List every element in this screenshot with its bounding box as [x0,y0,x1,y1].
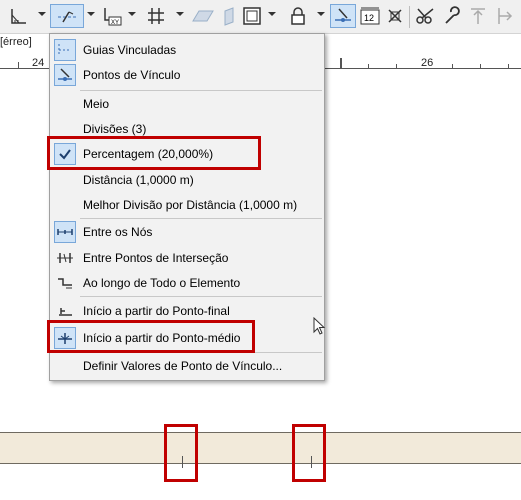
scissors-icon [416,8,434,24]
intersection-points-icon [54,247,76,269]
guide-lines-icon [54,39,76,61]
chevron-down-icon[interactable] [176,12,184,16]
menu-item-melhor-divisao[interactable]: Melhor Divisão por Distância (1,0000 m) [50,193,324,217]
snap-points-icon [335,8,351,22]
highlight-box [47,320,255,353]
guide-lines-button[interactable] [50,4,84,28]
menu-item-label: Início a partir do Ponto-final [83,304,230,318]
menu-item-label: Meio [83,97,110,111]
ruler-tick [18,62,19,69]
guide-lines-icon [58,11,76,23]
chevron-down-icon[interactable] [87,12,95,16]
menu-item-pontos-de-vinculo[interactable]: Pontos de Vínculo [50,63,324,87]
xy-coordinates-button[interactable]: XY [100,4,124,28]
menu-item-label: Pontos de Vínculo [83,68,181,82]
lock-button[interactable] [286,4,310,28]
menu-item-distancia[interactable]: Distância (1,0000 m) [50,168,324,192]
menu-item-guias-vinculadas[interactable]: Guias Vinculadas [50,38,324,62]
highlight-box [47,136,261,170]
scissors-button[interactable] [414,4,438,28]
menu-item-meio[interactable]: Meio [50,92,324,116]
intersection-button[interactable] [384,4,406,28]
ruler-number-left: 24 [32,57,45,69]
toolbar: XY 12 [0,0,521,34]
plane-button[interactable] [190,4,216,28]
menu-item-label: Entre os Nós [83,225,153,239]
start-endpoint-icon [54,300,76,322]
window-frame-icon [243,7,261,25]
ruler-number-right: 26 [421,57,434,69]
cursor-icon [313,317,326,335]
number-12-icon: 12 [360,7,380,25]
chevron-down-icon[interactable] [268,12,276,16]
menu-item-entre-os-nos[interactable]: Entre os Nós [50,220,324,244]
menu-item-label: Guias Vinculadas [83,43,177,57]
wrench-icon [445,6,460,24]
vertical-plane-button[interactable] [220,4,238,28]
snap-points-icon [54,64,76,86]
menu-item-label: Divisões (3) [83,122,147,136]
align-icon [498,8,513,24]
vertical-plane-icon [224,7,234,26]
grid-snap-icon [148,8,164,24]
snap-points-button[interactable] [330,4,356,28]
window-frame-button[interactable] [240,4,264,28]
svg-text:XY: XY [111,20,119,26]
ruler-tick [396,64,397,69]
menu-item-label: Ao longo de Todo o Elemento [83,276,241,290]
toolbar-divider [409,6,410,28]
story-tab[interactable]: [érreo] [0,36,32,48]
menu-item-label: Distância (1,0000 m) [83,173,194,187]
xy-coordinates-icon: XY [104,8,122,26]
menu-item-label: Entre Pontos de Interseção [83,251,229,265]
grid-snap-button[interactable] [144,4,168,28]
ruler-angle-button[interactable] [4,4,34,28]
ruler-tick [368,64,369,69]
menu-item-entre-pontos-intersecao[interactable]: Entre Pontos de Interseção [50,246,324,270]
align-button[interactable] [492,4,516,28]
menu-separator [80,296,322,297]
wrench-button[interactable] [440,4,464,28]
chevron-down-icon[interactable] [38,12,46,16]
intersection-icon [388,9,402,23]
elevation-icon [471,8,485,24]
menu-separator [80,218,322,219]
highlight-box [164,424,198,482]
menu-item-label: Definir Valores de Ponto de Vínculo... [83,359,283,373]
menu-separator [80,90,322,91]
along-element-icon [54,272,76,294]
menu-item-label: Melhor Divisão por Distância (1,0000 m) [83,198,298,212]
ruler-tick [340,58,342,69]
wall-element[interactable] [0,432,521,464]
number-button[interactable]: 12 [358,4,382,28]
highlight-box [292,424,326,482]
elevation-button[interactable] [466,4,490,28]
between-nodes-icon [54,221,76,243]
svg-text:12: 12 [364,13,374,23]
chevron-down-icon[interactable] [128,12,136,16]
ruler-tick [452,64,453,69]
menu-item-ao-longo-elemento[interactable]: Ao longo de Todo o Elemento [50,271,324,295]
lock-icon [291,7,305,25]
plane-icon [192,10,214,22]
ruler-angle-icon [11,9,26,24]
ruler-tick [508,64,509,69]
ruler-tick [480,64,481,69]
menu-item-definir-valores[interactable]: Definir Valores de Ponto de Vínculo... [50,354,324,378]
chevron-down-icon[interactable] [317,12,325,16]
